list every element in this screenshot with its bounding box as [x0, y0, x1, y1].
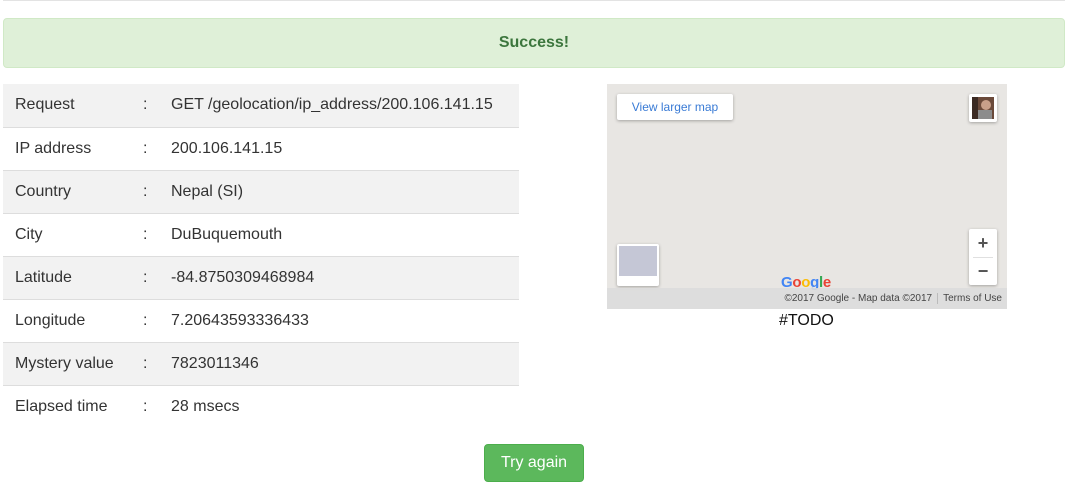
zoom-out-button[interactable]: − — [969, 257, 997, 285]
map-type-toggle[interactable] — [617, 244, 659, 286]
row-label: Latitude — [3, 255, 131, 299]
table-row: City : DuBuquemouth — [3, 212, 519, 256]
table-row: Longitude : 7.20643593336433 — [3, 298, 519, 342]
view-larger-map-link[interactable]: View larger map — [617, 94, 733, 120]
row-value: 200.106.141.15 — [171, 126, 519, 170]
satellite-thumbnail — [619, 246, 657, 276]
table-row: Elapsed time : 28 msecs — [3, 384, 519, 428]
row-separator: : — [131, 341, 171, 385]
todo-note: #TODO — [779, 312, 834, 329]
row-value: 7.20643593336433 — [171, 298, 519, 342]
try-again-button[interactable]: Try again — [484, 444, 584, 482]
row-separator: : — [131, 255, 171, 299]
row-value: DuBuquemouth — [171, 212, 519, 256]
row-label: Request — [15, 96, 75, 114]
row-separator: : — [131, 169, 171, 213]
table-row: Request : GET /geolocation/ip_address/20… — [3, 84, 519, 127]
zoom-in-button[interactable]: + — [969, 229, 997, 257]
row-value: -84.8750309468984 — [171, 255, 519, 299]
table-row: IP address : 200.106.141.15 — [3, 126, 519, 170]
embedded-map[interactable]: View larger map + − Google ©2017 Google … — [607, 84, 1007, 309]
map-attribution: ©2017 Google - Map data ©2017 — [784, 293, 933, 304]
success-alert: Success! — [3, 18, 1065, 68]
row-label: Mystery value — [3, 341, 131, 385]
terms-of-use-link[interactable]: Terms of Use — [937, 293, 1007, 304]
row-label: IP address — [3, 126, 131, 170]
row-value: Nepal (SI) — [171, 169, 519, 213]
row-separator: : — [143, 96, 148, 114]
street-view-pegman[interactable] — [969, 94, 997, 122]
row-label: Longitude — [3, 298, 131, 342]
top-divider — [3, 0, 1065, 2]
table-row: Latitude : -84.8750309468984 — [3, 255, 519, 299]
row-value: 28 msecs — [171, 384, 519, 428]
alert-message: Success! — [498, 34, 570, 51]
street-view-icon — [972, 97, 994, 119]
zoom-divider — [973, 257, 993, 258]
row-label: Country — [3, 169, 131, 213]
row-separator: : — [131, 298, 171, 342]
row-label: Elapsed time — [3, 384, 131, 428]
zoom-control: + − — [969, 229, 997, 285]
row-separator: : — [131, 126, 171, 170]
row-value: 7823011346 — [171, 341, 519, 385]
row-value: GET /geolocation/ip_address/200.106.141.… — [171, 96, 493, 114]
row-separator: : — [131, 212, 171, 256]
map-attribution-bar: ©2017 Google - Map data ©2017 Terms of U… — [607, 288, 1007, 309]
details-table: Request : GET /geolocation/ip_address/20… — [3, 84, 519, 428]
table-row: Mystery value : 7823011346 — [3, 341, 519, 385]
row-separator: : — [131, 384, 171, 428]
table-row: Country : Nepal (SI) — [3, 169, 519, 213]
row-label: City — [3, 212, 131, 256]
